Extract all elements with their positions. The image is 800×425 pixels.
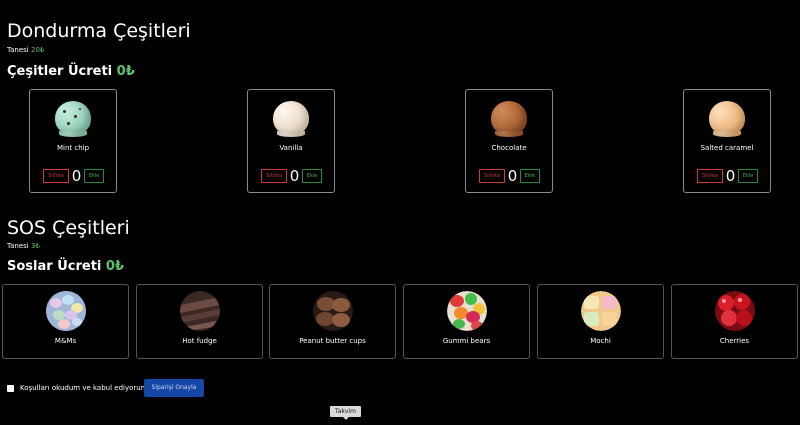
- add-button[interactable]: Ekle: [520, 169, 540, 183]
- gummi-bears-icon: [447, 291, 487, 331]
- icecream-card-chocolate: Chocolate Sil/nta 0 Ekle: [465, 89, 553, 193]
- sauce-unit-price: Tanesi 3₺: [7, 242, 40, 250]
- add-button[interactable]: Ekle: [84, 169, 104, 183]
- sauce-card-gummi-bears[interactable]: Gummi bears: [403, 284, 530, 359]
- tooltip: Takvim: [330, 406, 361, 420]
- total-label: Çeşitler Ücreti: [7, 64, 113, 79]
- icecream-name: Mint chip: [56, 144, 90, 152]
- sauce-card-mms[interactable]: M&Ms: [2, 284, 129, 359]
- unit-label: Tanesi: [7, 46, 29, 54]
- icecream-name: Salted caramel: [700, 144, 754, 152]
- cherries-icon: [715, 291, 755, 331]
- icecream-name: Chocolate: [491, 144, 527, 152]
- mms-icon: [46, 291, 86, 331]
- sauce-card-peanut-butter-cups[interactable]: Peanut butter cups: [269, 284, 396, 359]
- delete-button[interactable]: Sil/nta: [261, 169, 287, 183]
- sauce-name: Mochi: [590, 337, 611, 345]
- delete-button[interactable]: Sil/nta: [479, 169, 505, 183]
- sauce-name: Peanut butter cups: [299, 337, 366, 345]
- total-value: 0₺: [116, 64, 135, 79]
- terms-label: Koşulları okudum ve kabul ediyorum: [20, 384, 148, 392]
- sauce-name: Gummi bears: [442, 337, 491, 345]
- quantity-value: 0: [289, 167, 300, 185]
- quantity-value: 0: [71, 167, 82, 185]
- add-button[interactable]: Ekle: [738, 169, 758, 183]
- total-value: 0₺: [105, 259, 124, 274]
- delete-button[interactable]: Sil/nta: [697, 169, 723, 183]
- add-button[interactable]: Ekle: [302, 169, 322, 183]
- vanilla-image: [273, 101, 309, 135]
- chocolate-image: [491, 101, 527, 135]
- icecream-total: Çeşitler Ücreti 0₺: [7, 64, 135, 79]
- confirm-order-button[interactable]: Siparişi Onayla: [144, 379, 204, 397]
- sauce-card-cherries[interactable]: Cherries: [671, 284, 798, 359]
- salted-caramel-image: [709, 101, 745, 135]
- sauce-total: Soslar Ücreti 0₺: [7, 259, 124, 274]
- unit-price-value: 20₺: [30, 46, 45, 54]
- icecream-section-title: Dondurma Çeşitleri: [7, 20, 191, 42]
- terms-checkbox[interactable]: [7, 385, 14, 392]
- sauce-card-hot-fudge[interactable]: Hot fudge: [136, 284, 263, 359]
- sauce-section-title: SOS Çeşitleri: [7, 217, 130, 239]
- hot-fudge-icon: [180, 291, 220, 331]
- icecream-card-mint-chip: Mint chip Sil/nta 0 Ekle: [29, 89, 117, 193]
- mochi-icon: [581, 291, 621, 331]
- quantity-value: 0: [507, 167, 518, 185]
- icecream-card-salted-caramel: Salted caramel Sil/nta 0 Ekle: [683, 89, 771, 193]
- icecream-card-vanilla: Vanilla Sil/nta 0 Ekle: [247, 89, 335, 193]
- peanut-butter-cups-icon: [313, 291, 353, 331]
- icecream-unit-price: Tanesi 20₺: [7, 46, 44, 54]
- icecream-name: Vanilla: [279, 144, 303, 152]
- sauce-name: Cherries: [719, 337, 750, 345]
- sauce-name: M&Ms: [54, 337, 77, 345]
- delete-button[interactable]: Sil/nta: [43, 169, 69, 183]
- quantity-value: 0: [725, 167, 736, 185]
- total-label: Soslar Ücreti: [7, 259, 102, 274]
- sauce-card-mochi[interactable]: Mochi: [537, 284, 664, 359]
- mint-chip-image: [55, 101, 91, 135]
- sauce-name: Hot fudge: [182, 337, 217, 345]
- unit-label: Tanesi: [7, 242, 29, 250]
- unit-price-value: 3₺: [30, 242, 40, 250]
